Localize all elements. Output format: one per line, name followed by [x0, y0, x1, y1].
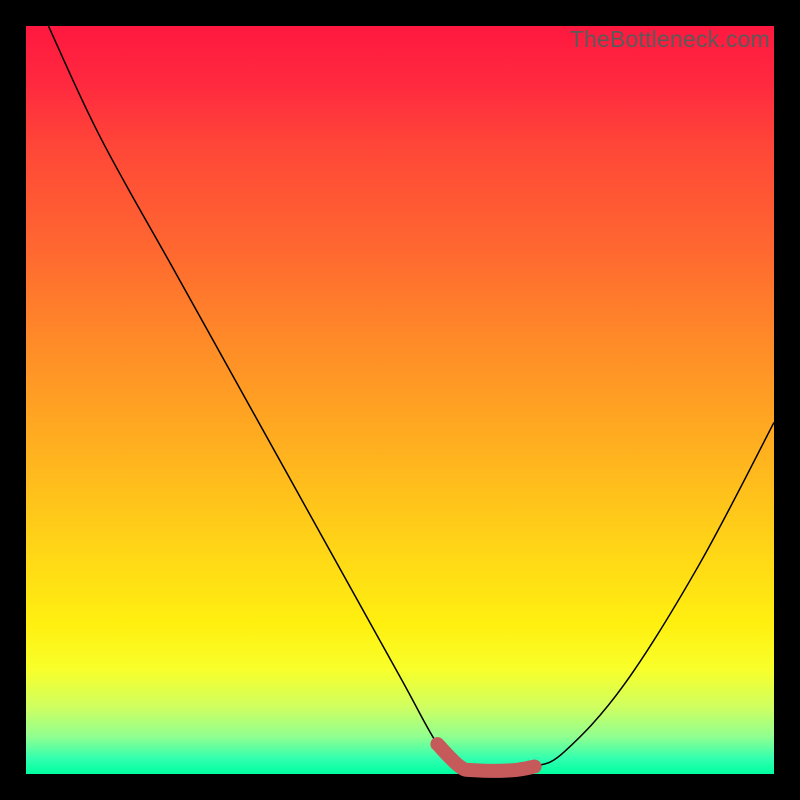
watermark-text: TheBottleneck.com	[570, 26, 770, 53]
chart-svg	[26, 26, 774, 774]
optimal-zone-line	[437, 744, 534, 771]
plot-area: TheBottleneck.com	[26, 26, 774, 774]
bottleneck-curve-line	[48, 26, 774, 771]
